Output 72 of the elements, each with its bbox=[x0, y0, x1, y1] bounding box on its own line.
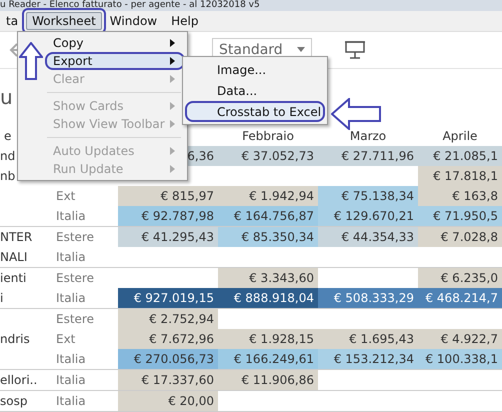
segment-label: Ext bbox=[55, 188, 76, 205]
column-header: e bbox=[3, 129, 12, 143]
up-arrow-icon bbox=[19, 42, 43, 80]
table-cell: € 888.918,04 bbox=[218, 288, 318, 308]
agent-name: sosp bbox=[0, 393, 28, 410]
table-cell: € 1.695,43 bbox=[318, 329, 418, 349]
agent-name: nd bbox=[0, 148, 16, 165]
table-cell: € 11.906,86 bbox=[218, 370, 318, 390]
table-cell: € 508.333,29 bbox=[318, 288, 418, 308]
agent-name: ndris bbox=[0, 331, 31, 348]
column-header: Febbraio bbox=[241, 129, 295, 143]
table-cell: € 17.818,1 bbox=[418, 166, 502, 186]
table-cell: € 468.214,7 bbox=[418, 288, 502, 308]
window-title: u Reader - Elenco fatturato - per agente - al 12032018 v5 bbox=[0, 0, 260, 10]
menu-item[interactable]: Copy bbox=[45, 34, 185, 52]
menu-bar-item[interactable]: Help bbox=[165, 12, 204, 30]
table-cell: € 2.752,94 bbox=[118, 309, 218, 329]
table-cell: € 85.350,34 bbox=[218, 227, 318, 247]
table-cell: € 41.295,43 bbox=[118, 227, 218, 247]
table-cell: € 164.756,87 bbox=[218, 206, 318, 226]
table-cell: € 815,97 bbox=[118, 186, 218, 206]
segment-label: Italia bbox=[55, 208, 87, 225]
table-cell: € 927.019,15 bbox=[118, 288, 218, 308]
menu-item[interactable]: Export bbox=[45, 52, 185, 70]
segment-label: Italia bbox=[55, 249, 87, 266]
sheet-title: u bbox=[0, 85, 13, 110]
menu-bar-item[interactable]: Window bbox=[104, 12, 164, 30]
table-cell: € 44.354,33 bbox=[318, 227, 418, 247]
segment-label: Italia bbox=[55, 372, 87, 389]
submenu-item[interactable]: Image... bbox=[185, 59, 325, 80]
table-cell: € 37.052,73 bbox=[218, 146, 318, 166]
table-cell: € 3.343,60 bbox=[218, 268, 318, 288]
segment-label: Italia bbox=[55, 393, 87, 410]
table-cell: € 20,00 bbox=[118, 391, 218, 411]
table-cell: € 21.085,1 bbox=[418, 146, 502, 166]
table-cell: € 7.672,96 bbox=[118, 329, 218, 349]
agent-name: NALI bbox=[0, 249, 28, 266]
table-cell: € 6.235,0 bbox=[418, 268, 502, 288]
table-cell: € 7.028,8 bbox=[418, 227, 502, 247]
table-cell: € 71.950,5 bbox=[418, 206, 502, 226]
table-cell: € 153.212,34 bbox=[318, 349, 418, 369]
table-cell: € 92.787,98 bbox=[118, 206, 218, 226]
table-cell: € 163,8 bbox=[418, 186, 502, 206]
segment-label: Estere bbox=[55, 311, 95, 328]
presentation-icon[interactable] bbox=[344, 40, 366, 60]
menu-bar-item[interactable]: ta bbox=[0, 12, 24, 30]
left-arrow-icon bbox=[331, 98, 381, 130]
table-cell: € 75.138,34 bbox=[318, 186, 418, 206]
caret-icon bbox=[297, 47, 305, 52]
segment-label: Estere bbox=[55, 229, 95, 246]
table-cell: € 129.670,21 bbox=[318, 206, 418, 226]
segment-label: Ext bbox=[55, 331, 76, 348]
table-cell: € 1.942,94 bbox=[218, 186, 318, 206]
column-header: Aprile bbox=[442, 129, 478, 143]
segment-label: Italia bbox=[55, 351, 87, 368]
submenu-item[interactable]: Data... bbox=[185, 80, 325, 101]
table-cell: € 100.338,1 bbox=[418, 349, 502, 369]
segment-label: Estere bbox=[55, 270, 95, 287]
table-cell: € 166.249,61 bbox=[218, 349, 318, 369]
segment-label: Italia bbox=[55, 290, 87, 307]
table-cell: € 27.711,96 bbox=[318, 146, 418, 166]
agent-name: nb bbox=[0, 168, 16, 185]
agent-name: NTER bbox=[0, 229, 34, 246]
table-cell: € 4.922,7 bbox=[418, 329, 502, 349]
table-cell: € 17.337,60 bbox=[118, 370, 218, 390]
agent-name: i bbox=[0, 290, 4, 307]
table-cell: € 270.056,73 bbox=[118, 349, 218, 369]
agent-name: ellori.. bbox=[0, 372, 38, 389]
submenu-item[interactable]: Crosstab to Excel bbox=[185, 101, 325, 122]
agent-name: ienti bbox=[0, 270, 28, 287]
table-cell: € 1.928,15 bbox=[218, 329, 318, 349]
column-header: Marzo bbox=[348, 129, 388, 143]
